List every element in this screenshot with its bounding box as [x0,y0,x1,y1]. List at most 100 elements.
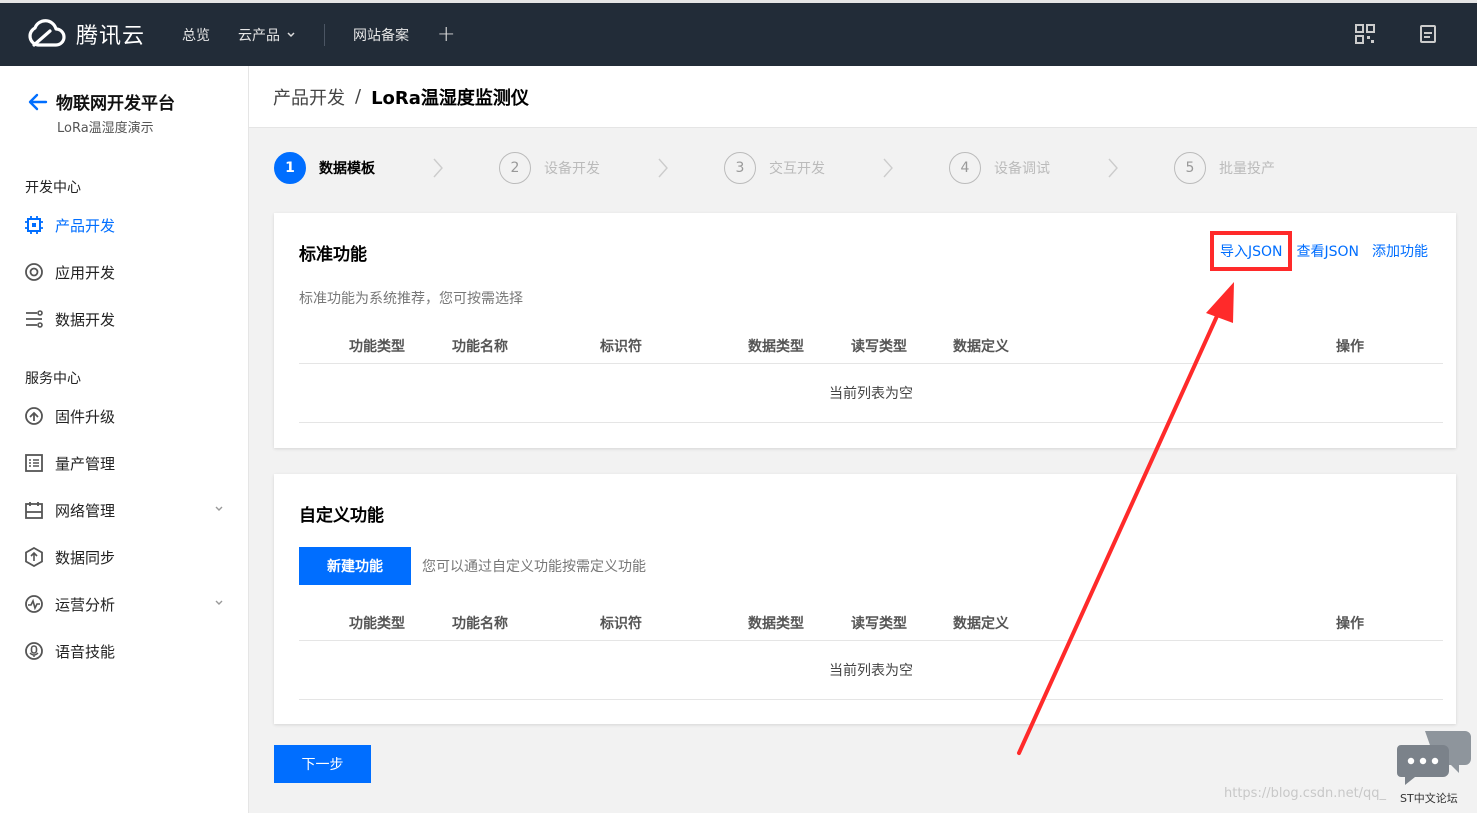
col-data-type: 数据类型 [748,339,804,355]
chat-bubble-icon[interactable] [1397,727,1472,787]
add-shortcut-button[interactable]: + [437,22,455,47]
page-title: LoRa温湿度监测仪 [371,87,529,109]
nav-overview[interactable]: 总览 [182,25,210,45]
breadcrumb: 产品开发 / LoRa温湿度监测仪 [249,66,1477,128]
sidebar-item-label: 数据同步 [55,548,116,567]
chevron-down-icon [215,600,223,605]
app-icon [24,262,44,282]
sidebar-item-label: 应用开发 [55,263,116,282]
standard-features-card: 标准功能 导入JSON 查看JSON 添加功能 标准功能为系统推荐，您可按需选择… [274,213,1456,448]
col-actions: 操作 [1336,339,1364,355]
col-data-definition: 数据定义 [953,616,1009,632]
step-number: 5 [1174,152,1206,184]
step-label: 设备调试 [994,161,1050,177]
sidebar-item-label: 语音技能 [55,642,116,661]
step-label: 交互开发 [769,161,825,177]
platform-title: 物联网开发平台 [56,94,175,114]
sidebar-item-label: 固件升级 [55,407,116,426]
step-number: 1 [274,152,306,184]
col-feature-name: 功能名称 [452,339,508,355]
col-data-type: 数据类型 [748,616,804,632]
network-icon [24,500,44,520]
new-feature-button[interactable]: 新建功能 [299,547,411,585]
section-service-center: 服务中心 [25,371,81,387]
col-identifier: 标识符 [600,339,642,355]
col-actions: 操作 [1336,616,1364,632]
firmware-icon [24,406,44,426]
chevron-right-icon [883,158,893,178]
step-label: 设备开发 [544,161,600,177]
url-watermark: https://blog.csdn.net/qq_ [1224,786,1387,801]
document-icon[interactable] [1418,24,1438,44]
empty-state: 当前列表为空 [299,642,1443,700]
breadcrumb-separator: / [355,86,362,107]
data-flow-icon [24,309,44,329]
voice-icon [24,641,44,661]
custom-features-title: 自定义功能 [299,506,384,526]
sidebar-item-firmware[interactable]: 固件升级 [24,404,234,428]
sidebar-item-product-dev[interactable]: 产品开发 [24,213,234,237]
col-identifier: 标识符 [600,616,642,632]
chip-icon [24,215,44,235]
forum-watermark: ST中文论坛 [1400,792,1458,805]
sidebar-item-mass-production[interactable]: 量产管理 [24,451,234,475]
col-feature-type: 功能类型 [349,616,405,632]
view-json-link[interactable]: 查看JSON [1296,241,1359,261]
sidebar-item-label: 量产管理 [55,454,116,473]
cloud-logo-icon [28,19,66,47]
col-feature-type: 功能类型 [349,339,405,355]
sidebar-item-label: 产品开发 [55,216,116,235]
nav-cloud-products-label: 云产品 [238,27,280,44]
sidebar-item-app-dev[interactable]: 应用开发 [24,260,234,284]
chevron-right-icon [433,158,443,178]
add-feature-link[interactable]: 添加功能 [1372,241,1428,261]
step-device-debug[interactable]: 4 设备调试 [949,152,1050,184]
sidebar-item-label: 运营分析 [55,595,116,614]
analytics-icon [24,594,44,614]
back-link[interactable]: 物联网开发平台 [28,89,175,114]
standard-features-title: 标准功能 [299,245,367,265]
sidebar-item-label: 网络管理 [55,501,116,520]
chevron-right-icon [1108,158,1118,178]
step-number: 4 [949,152,981,184]
sidebar-item-network[interactable]: 网络管理 [24,498,234,522]
arrow-left-icon [28,93,48,110]
step-interaction-dev[interactable]: 3 交互开发 [724,152,825,184]
logo[interactable]: 腾讯云 [24,17,145,51]
sidebar-item-data-dev[interactable]: 数据开发 [24,307,234,331]
step-device-dev[interactable]: 2 设备开发 [499,152,600,184]
custom-features-hint: 您可以通过自定义功能按需定义功能 [422,559,646,575]
top-navbar: 腾讯云 总览 云产品 网站备案 + [0,0,1477,66]
nav-cloud-products[interactable]: 云产品 [238,25,296,45]
col-data-definition: 数据定义 [953,339,1009,355]
sidebar-item-voice-skill[interactable]: 语音技能 [24,639,234,663]
col-rw-type: 读写类型 [851,616,907,632]
sidebar-item-label: 数据开发 [55,310,116,329]
col-rw-type: 读写类型 [851,339,907,355]
project-name: LoRa温湿度演示 [57,121,154,136]
breadcrumb-parent[interactable]: 产品开发 [273,84,345,110]
sidebar-item-data-sync[interactable]: 数据同步 [24,545,234,569]
qr-code-icon[interactable] [1355,24,1375,44]
next-step-button[interactable]: 下一步 [274,745,371,783]
step-batch-production[interactable]: 5 批量投产 [1174,152,1275,184]
sidebar-item-analytics[interactable]: 运营分析 [24,592,234,616]
chevron-down-icon [287,31,295,37]
main-content: 产品开发 / LoRa温湿度监测仪 1 数据模板 2 设备开发 3 交互开发 4… [249,66,1477,813]
card-actions: 导入JSON 查看JSON 添加功能 [1210,231,1428,271]
custom-features-card: 自定义功能 新建功能 您可以通过自定义功能按需定义功能 功能类型 功能名称 标识… [274,474,1456,724]
step-label: 数据模板 [319,161,375,177]
table-header: 功能类型 功能名称 标识符 数据类型 读写类型 数据定义 操作 [299,326,1443,364]
step-number: 2 [499,152,531,184]
step-label: 批量投产 [1219,161,1275,177]
import-json-link[interactable]: 导入JSON [1210,231,1293,271]
col-feature-name: 功能名称 [452,616,508,632]
nav-divider [324,23,325,46]
sidebar: 物联网开发平台 LoRa温湿度演示 开发中心 产品开发 应用开发 数据开发 服务… [0,66,249,813]
step-number: 3 [724,152,756,184]
list-icon [24,453,44,473]
nav-icp-filing[interactable]: 网站备案 [353,25,409,45]
step-data-template[interactable]: 1 数据模板 [274,152,375,184]
step-indicator: 1 数据模板 2 设备开发 3 交互开发 4 设备调试 5 批量投产 [274,152,1374,184]
standard-features-desc: 标准功能为系统推荐，您可按需选择 [299,291,523,307]
